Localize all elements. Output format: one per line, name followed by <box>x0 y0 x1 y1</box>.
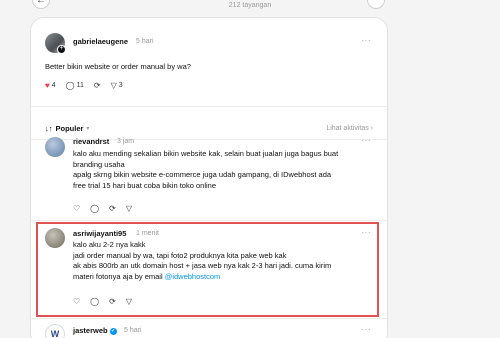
logo-icon: W <box>50 329 60 338</box>
like-count: 4 <box>51 82 56 89</box>
comment-icon[interactable]: ◯ <box>90 204 99 213</box>
repost-icon: ⟳ <box>93 81 101 90</box>
send-icon[interactable]: ▽ <box>126 204 132 213</box>
sort-icon: ↓↑ <box>45 124 53 133</box>
repost-button[interactable]: ⟳ <box>94 81 101 90</box>
views-count: 212 tayangan <box>228 2 272 9</box>
share-count: 3 <box>118 82 123 89</box>
heart-icon[interactable]: ♡ <box>73 204 80 213</box>
reply-line: apalg skrng bikin website e-commerce jug… <box>73 170 332 179</box>
heart-filled-icon: ♥ <box>45 81 50 90</box>
reply-line: kalo aku mending sekalian bikin website … <box>73 149 339 158</box>
view-activity-link[interactable]: Lihat aktivitas › <box>326 125 373 132</box>
avatar[interactable] <box>45 137 65 157</box>
top-bar: ← 212 tayangan <box>0 0 500 14</box>
send-icon: ▽ <box>110 81 117 90</box>
post-text: Better bikin website or order manual by … <box>45 62 191 71</box>
reply-more-button[interactable]: ··· <box>362 325 372 334</box>
divider <box>31 318 389 319</box>
reply-text: kalo aku mending sekalian bikin website … <box>73 149 383 191</box>
reply-button[interactable]: ◯ 11 <box>66 81 84 90</box>
highlight-box <box>36 222 379 317</box>
sort-label: Populer <box>55 124 84 133</box>
like-button[interactable]: ♥ 4 <box>45 81 56 90</box>
post-username[interactable]: gabrielaeugene <box>73 37 128 46</box>
sort-dropdown[interactable]: ↓↑ Populer ▾ <box>45 124 89 133</box>
comment-icon: ◯ <box>65 81 75 90</box>
reply-time: 5 hari <box>124 327 142 334</box>
post-more-button[interactable]: ··· <box>362 36 372 45</box>
reply-line: branding usaha <box>73 159 125 169</box>
share-button[interactable]: ▽ 3 <box>111 81 123 90</box>
reply-username[interactable]: jasterweb ✓ <box>73 326 117 335</box>
reply-actions: ♡ ◯ ⟳ ▽ <box>73 204 132 213</box>
chevron-down-icon: ▾ <box>86 126 90 132</box>
reply-more-button[interactable]: ··· <box>362 136 372 145</box>
repost-icon[interactable]: ⟳ <box>109 204 116 213</box>
divider <box>31 106 389 107</box>
follow-plus-icon[interactable]: + <box>57 45 66 54</box>
verified-icon: ✓ <box>109 327 117 335</box>
reply-line: free trial 15 hari buat coba bikin toko … <box>73 180 217 190</box>
reply-time: 3 jam <box>117 138 135 145</box>
avatar[interactable]: W <box>45 324 65 338</box>
post-actions: ♥ 4 ◯ 11 ⟳ ▽ 3 <box>45 81 123 90</box>
post-time: 5 hari <box>136 38 154 45</box>
divider <box>31 220 389 221</box>
reply-count: 11 <box>76 82 84 89</box>
reply-username-text: jasterweb <box>73 326 108 335</box>
reply-username[interactable]: rievandrst <box>73 137 109 146</box>
